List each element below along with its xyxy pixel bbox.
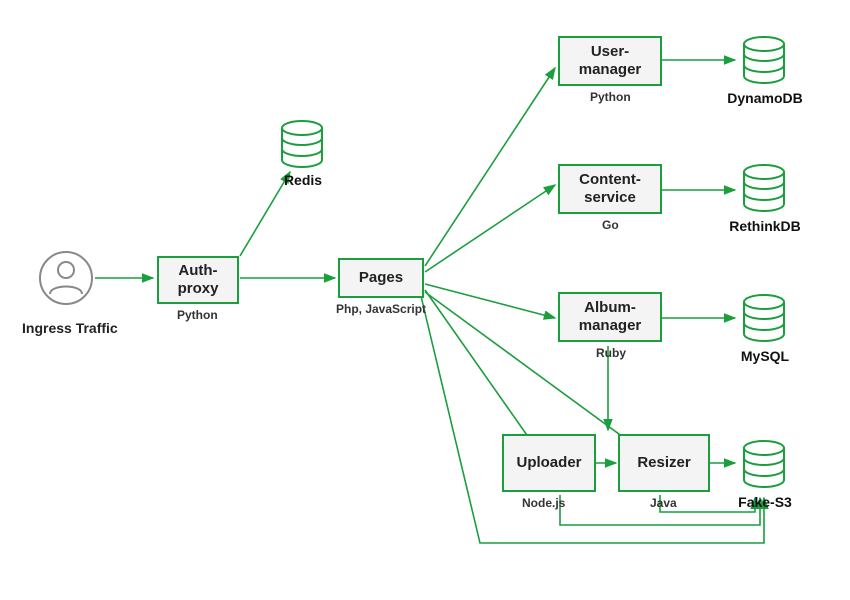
node-content-service: Content- service xyxy=(558,164,662,214)
tech-label-uploader: Node.js xyxy=(522,496,565,510)
database-icon-dynamodb xyxy=(738,34,790,86)
db-label-mysql: MySQL xyxy=(710,348,820,364)
tech-label-user-manager: Python xyxy=(590,90,631,104)
database-icon-rethinkdb xyxy=(738,162,790,214)
node-album-manager: Album- manager xyxy=(558,292,662,342)
node-resizer: Resizer xyxy=(618,434,710,492)
db-label-dynamodb: DynamoDB xyxy=(710,90,820,106)
node-user-manager: User- manager xyxy=(558,36,662,86)
tech-label-auth-proxy: Python xyxy=(177,308,218,322)
node-auth-proxy: Auth- proxy xyxy=(157,256,239,304)
node-pages: Pages xyxy=(338,258,424,298)
ingress-label: Ingress Traffic xyxy=(22,320,118,336)
database-icon-mysql xyxy=(738,292,790,344)
db-label-fake-s3: Fake-S3 xyxy=(710,494,820,510)
node-uploader: Uploader xyxy=(502,434,596,492)
user-icon xyxy=(38,250,94,306)
database-icon-fake-s3 xyxy=(738,438,790,490)
tech-label-resizer: Java xyxy=(650,496,677,510)
tech-label-pages: Php, JavaScript xyxy=(336,302,426,316)
db-label-redis: Redis xyxy=(248,172,358,188)
db-label-rethinkdb: RethinkDB xyxy=(710,218,820,234)
tech-label-content-service: Go xyxy=(602,218,619,232)
tech-label-album-manager: Ruby xyxy=(596,346,626,360)
database-icon-redis xyxy=(276,118,328,170)
